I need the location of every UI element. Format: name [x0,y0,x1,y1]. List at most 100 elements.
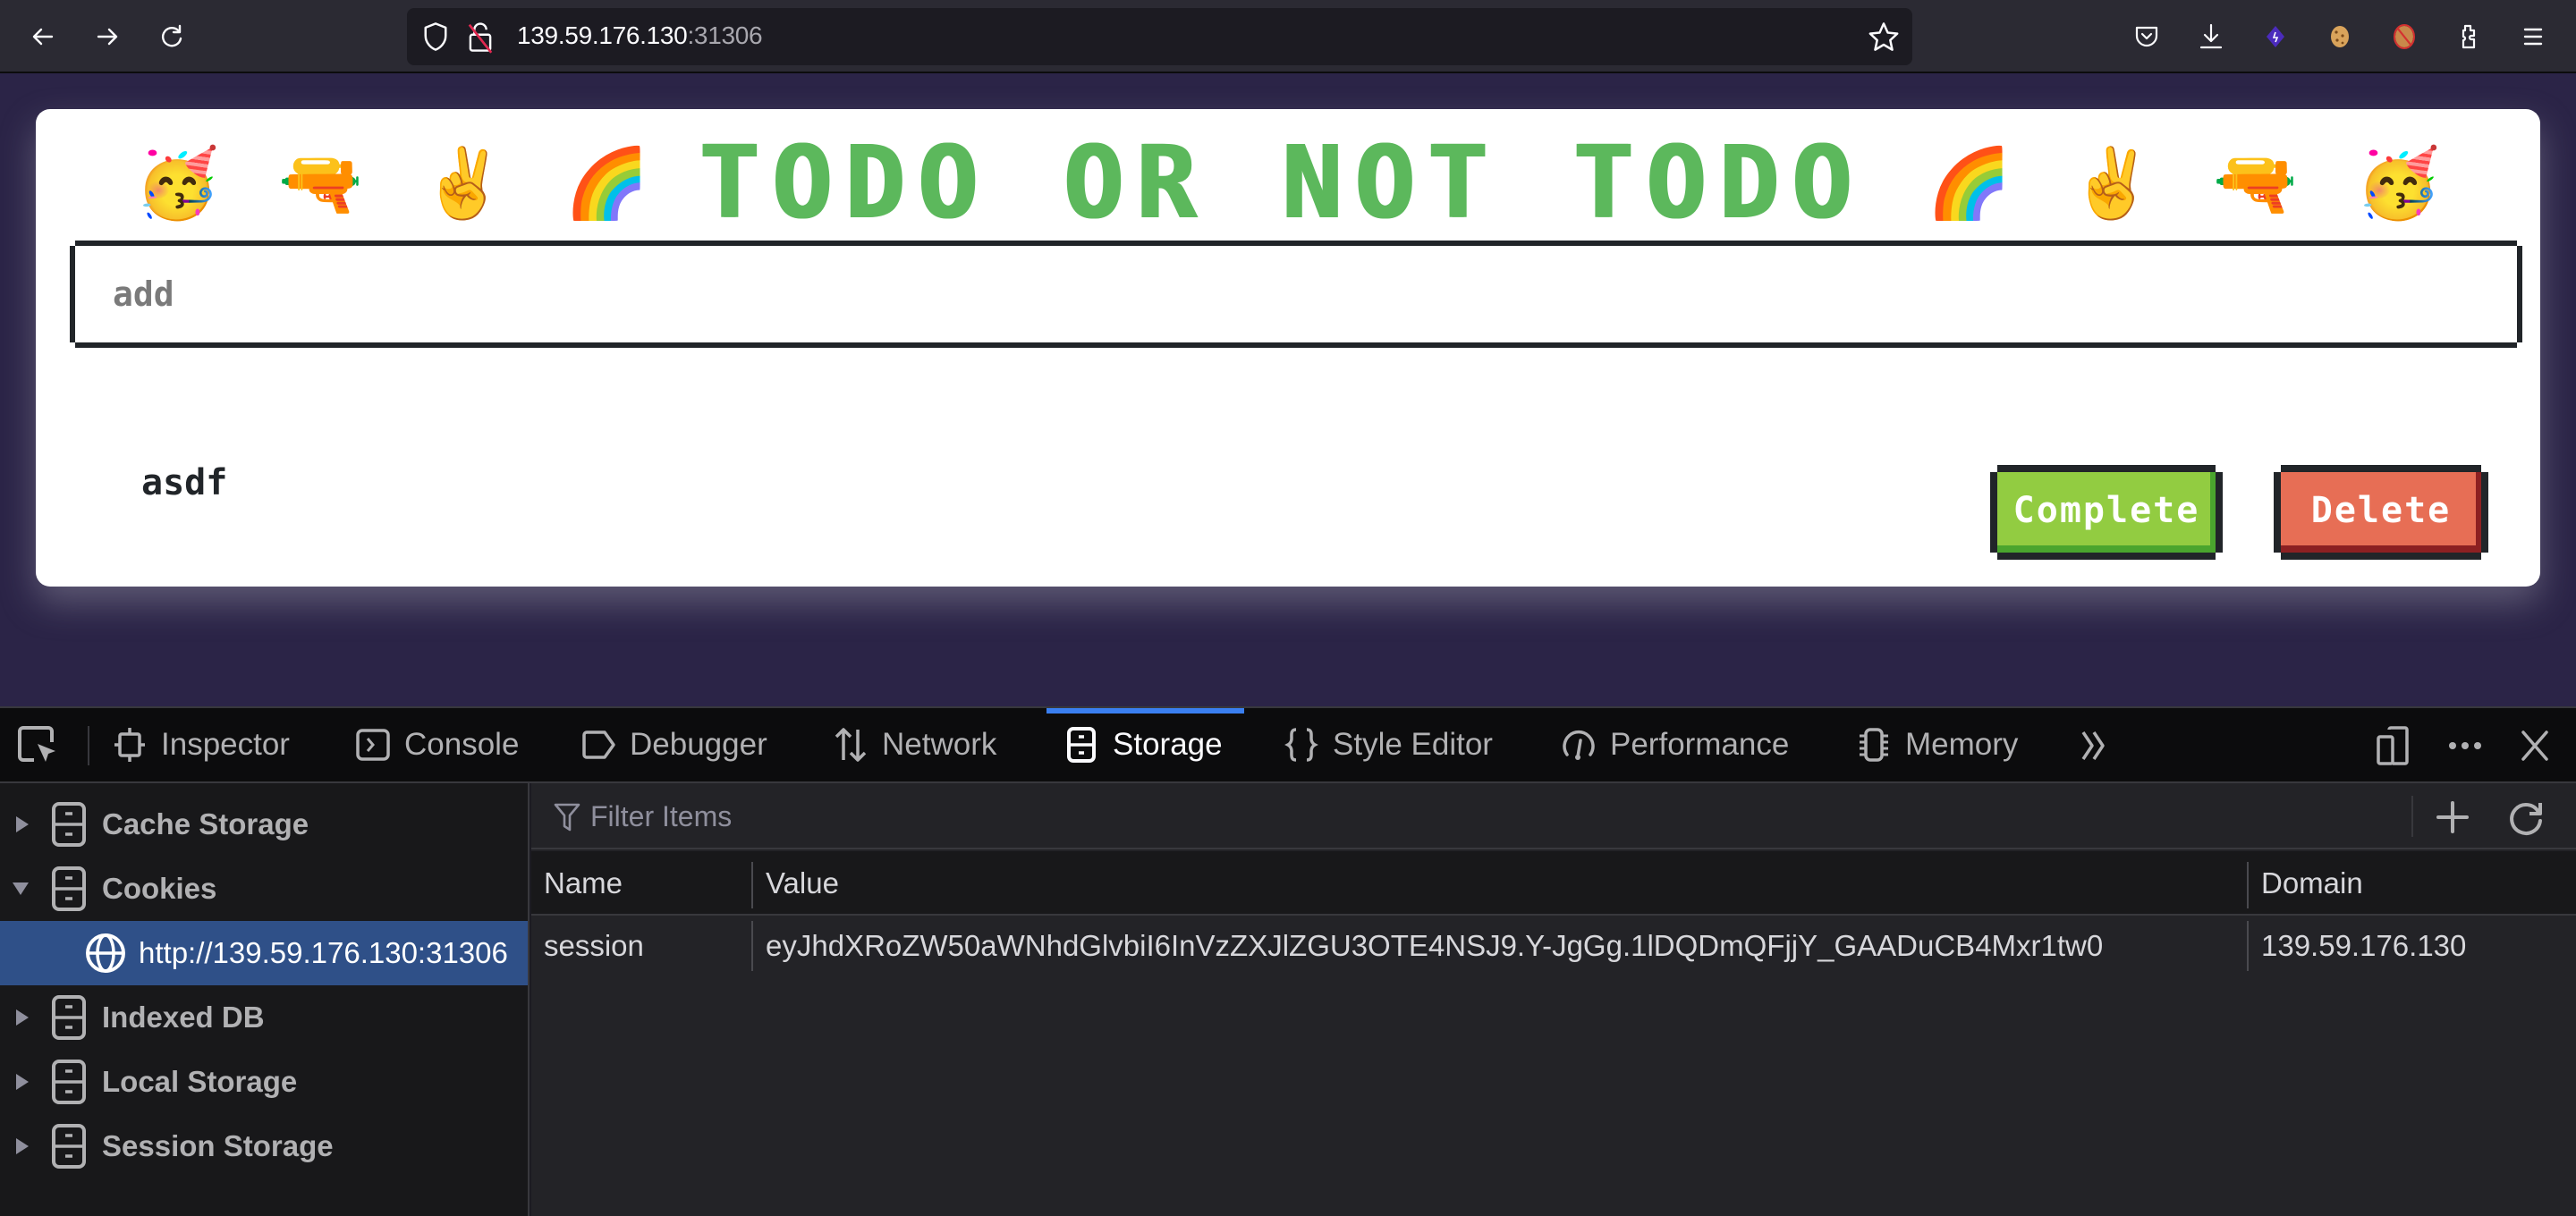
menu-icon [2523,28,2543,46]
double-chevron-right-icon [2081,731,2105,760]
tracking-protection-icon[interactable] [419,21,452,53]
tab-network[interactable]: Network [832,708,996,781]
globe-icon [86,933,125,973]
party-face-emoji: 🥳 [2356,143,2441,223]
victory-hand-emoji: ✌️ [2070,143,2155,223]
complete-button[interactable]: Complete [1997,472,2216,553]
sidebar-item-session-storage[interactable]: Session Storage [0,1114,528,1178]
toolbar-divider [88,726,89,765]
url-bar[interactable]: 139.59.176.130:31306 [407,8,1912,65]
table-header: Name Value Domain [531,851,2576,916]
style-editor-icon [1284,728,1318,762]
cookie-blocker-button[interactable] [2386,19,2422,55]
reload-button[interactable] [154,19,190,55]
tab-label: Network [882,727,997,762]
extensions-icon [2462,24,2476,49]
rainbow-emoji: 🌈 [564,143,649,223]
inspector-icon [114,728,145,762]
column-header-value[interactable]: Value [753,851,2247,916]
tab-memory[interactable]: Memory [1855,708,2018,781]
storage-icon [52,1124,86,1169]
tab-label: Performance [1610,727,1790,762]
collapse-arrow-icon[interactable] [13,882,29,895]
expand-arrow-icon[interactable] [16,1138,29,1154]
insecure-lock-icon[interactable] [464,19,496,55]
party-face-emoji: 🥳 [135,143,220,223]
storage-sidebar: Cache Storage Cookies http://139.59.176.… [0,783,530,1216]
filter-divider [2411,796,2413,837]
element-picker-icon[interactable] [16,724,61,767]
table-row[interactable]: session eyJhdXRoZW50aWNhdGlvbiI6InVzZXJl… [531,917,2576,975]
delete-button[interactable]: Delete [2281,472,2481,553]
forward-button[interactable] [89,19,125,55]
close-devtools-button[interactable] [2513,724,2556,767]
downloads-button[interactable] [2193,19,2229,55]
column-header-name[interactable]: Name [531,851,751,916]
page-viewport: 🥳 🔫 ✌️ 🌈 TODO OR NOT TODO 🌈 ✌️ 🔫 🥳 asdf … [0,73,2576,706]
sidebar-item-indexed-db[interactable]: Indexed DB [0,985,528,1050]
cookie-extension-button[interactable] [2322,19,2358,55]
extension-purple-icon [2267,26,2284,47]
page-title: TODO OR NOT TODO [698,125,1864,241]
expand-arrow-icon[interactable] [16,1074,29,1090]
sidebar-label: Local Storage [102,1065,298,1098]
refresh-icon[interactable] [2504,796,2547,839]
add-todo-input[interactable] [75,246,2517,342]
expand-arrow-icon[interactable] [16,816,29,832]
back-button[interactable] [25,19,61,55]
water-pistol-emoji: 🔫 [278,143,363,223]
rainbow-emoji: 🌈 [1927,143,2012,223]
download-icon [2199,23,2223,49]
sidebar-item-cache-storage[interactable]: Cache Storage [0,792,528,857]
cookie-value-cell[interactable]: eyJhdXRoZW50aWNhdGlvbiI6InVzZXJlZGU3OTE4… [753,917,2247,975]
todo-card: 🥳 🔫 ✌️ 🌈 TODO OR NOT TODO 🌈 ✌️ 🔫 🥳 asdf … [36,109,2540,587]
filter-icon [554,803,580,832]
bookmark-star-icon[interactable] [1868,21,1900,53]
close-icon [2521,730,2548,761]
sidebar-label: Session Storage [102,1129,334,1162]
tab-console[interactable]: Console [354,708,519,781]
extensions-button[interactable] [2451,19,2487,55]
memory-icon [1860,728,1888,762]
responsive-design-button[interactable] [2372,724,2415,767]
reload-icon [162,24,182,47]
url-port: :31306 [687,21,763,49]
performance-icon [1563,730,1595,760]
sidebar-item-cookies[interactable]: Cookies [0,857,528,921]
sidebar-item-cookie-host[interactable]: http://139.59.176.130:31306 [0,921,528,985]
tab-style-editor[interactable]: Style Editor [1283,708,1493,781]
delete-button-label: Delete [2310,490,2452,531]
tab-inspector[interactable]: Inspector [111,708,290,781]
cookie-name-cell[interactable]: session [531,917,751,975]
network-icon [835,728,867,762]
devtools-options-button[interactable] [2444,724,2487,767]
sidebar-label: Cookies [102,872,217,905]
filter-items-input[interactable] [590,794,2308,839]
tab-storage[interactable]: Storage [1046,708,1244,781]
debugger-icon [582,730,615,759]
cookie-icon [2331,26,2349,47]
back-icon [32,28,54,46]
tab-label: Style Editor [1333,727,1493,762]
extension-purple-button[interactable] [2258,19,2293,55]
column-header-domain[interactable]: Domain [2249,851,2576,916]
cookie-domain-cell[interactable]: 139.59.176.130 [2249,917,2576,975]
forward-icon [97,28,118,46]
tab-debugger[interactable]: Debugger [580,708,767,781]
tab-performance[interactable]: Performance [1560,708,1789,781]
more-tabs-button[interactable] [2073,724,2116,767]
water-pistol-emoji: 🔫 [2213,143,2298,223]
storage-icon [52,1060,86,1104]
menu-button[interactable] [2515,19,2551,55]
browser-toolbar: 139.59.176.130:31306 [0,0,2576,73]
console-icon [356,729,390,761]
pocket-icon [2135,26,2158,47]
add-item-icon[interactable] [2431,796,2474,839]
pocket-button[interactable] [2129,19,2165,55]
sidebar-label: Indexed DB [102,1001,265,1034]
tab-label: Memory [1905,727,2019,762]
todo-text: asdf [141,462,228,503]
complete-button-label: Complete [2012,490,2200,531]
expand-arrow-icon[interactable] [16,1009,29,1026]
sidebar-item-local-storage[interactable]: Local Storage [0,1050,528,1114]
